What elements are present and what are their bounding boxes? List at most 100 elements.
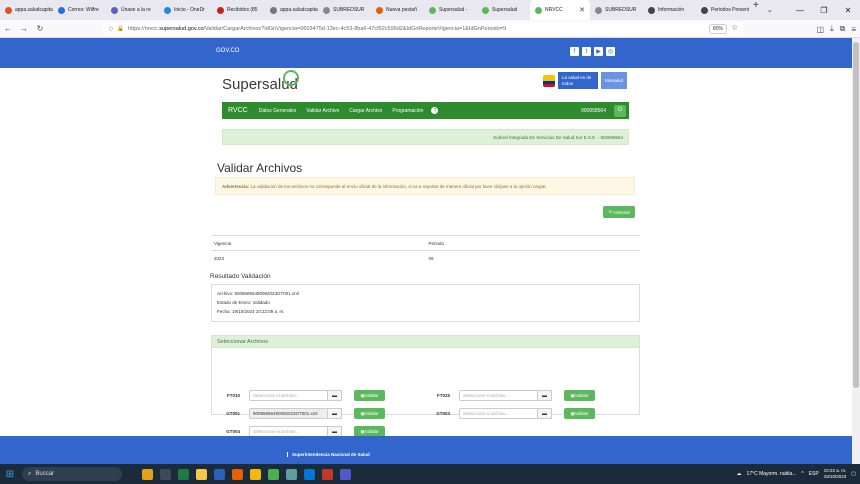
- taskbar: ⊞ ⌕ Buscar ☁ 17°C Mayorm. nubla... ^ ESP: [0, 464, 860, 484]
- file-input[interactable]: Seleccione el archivo...: [459, 408, 538, 419]
- info-header-row: Vigencia Periodo: [211, 236, 640, 250]
- new-tab-icon[interactable]: +: [749, 0, 763, 20]
- folder-browse-icon[interactable]: ▬: [328, 408, 342, 419]
- browser-tab[interactable]: appa.saludcapital: [265, 0, 318, 20]
- maximize-icon[interactable]: ❐: [812, 0, 836, 20]
- nav-home[interactable]: RVCC: [222, 107, 254, 114]
- zoom-badge[interactable]: 80%: [709, 24, 728, 34]
- file-code-label: FT025: [436, 393, 450, 398]
- url-host: supersalud.gov.co: [159, 26, 204, 32]
- page-title: Validar Archivos: [217, 161, 303, 175]
- file-row-gt003: GT003 Seleccione el archivo... ▬ ▣ Validar: [428, 408, 595, 419]
- pocket-icon[interactable]: ◫: [817, 25, 825, 34]
- logout-icon[interactable]: ⏻: [614, 104, 626, 117]
- twitter-icon[interactable]: t: [582, 47, 591, 56]
- browser-tab[interactable]: SUBREDSUR: [318, 0, 371, 20]
- facebook-icon[interactable]: f: [570, 47, 579, 56]
- browser-tab[interactable]: Únase a la re: [106, 0, 159, 20]
- header-vigencia: Vigencia: [214, 240, 232, 246]
- close-window-icon[interactable]: ✕: [836, 0, 860, 20]
- folder-browse-icon[interactable]: ▬: [538, 408, 552, 419]
- url-bar[interactable]: ◇ 🔒 https://nrvcc.supersalud.gov.co/Vali…: [103, 22, 743, 36]
- browser-tab[interactable]: Información: [643, 0, 696, 20]
- tab-label: Periodos Present: [711, 7, 749, 13]
- tab-label: Inicio - OneDr: [174, 7, 205, 13]
- folder-browse-icon[interactable]: ▬: [538, 390, 552, 401]
- extensions-icon[interactable]: ⧉: [840, 24, 846, 34]
- entity-name: Subred Integrada De Servicios De Salud S…: [493, 134, 623, 140]
- validar-button[interactable]: ▣ Validar: [564, 408, 595, 419]
- tab-label: Correo: Wilfre: [68, 7, 99, 13]
- tab-label: Supersalud -: [439, 7, 468, 13]
- folder-icon[interactable]: [250, 468, 261, 480]
- forward-icon[interactable]: →: [16, 24, 32, 33]
- scrollbar-thumb[interactable]: [853, 42, 859, 388]
- browser-tab[interactable]: NRVCC ✕: [530, 0, 590, 20]
- reload-icon[interactable]: ↻: [32, 24, 48, 33]
- file-explorer-icon[interactable]: [196, 468, 207, 480]
- weather-text[interactable]: 17°C Mayorm. nubla...: [747, 471, 797, 477]
- taskbar-search-label: Buscar: [35, 471, 55, 477]
- folder-browse-icon[interactable]: ▬: [328, 390, 342, 401]
- help-icon[interactable]: ?: [431, 107, 439, 114]
- file-input[interactable]: 90095856490092023GT001.xml: [249, 408, 328, 419]
- nav-datos-generales[interactable]: Datos Generales: [254, 108, 302, 114]
- windows-start-icon[interactable]: ⊞: [0, 469, 20, 480]
- resultado-box: Archivo: 90095856490092023GT001.xml Esta…: [211, 284, 640, 322]
- outlook-icon[interactable]: [304, 468, 315, 480]
- nav-validar-archivo[interactable]: Validar Archivo: [301, 108, 344, 114]
- notification-icon[interactable]: ▢: [851, 471, 856, 477]
- excel-icon[interactable]: [178, 468, 189, 480]
- browser-tab[interactable]: Recibidos (85: [212, 0, 265, 20]
- file-input[interactable]: Seleccione el archivo...: [459, 390, 538, 401]
- menu-icon[interactable]: ≡: [851, 25, 856, 34]
- youtube-icon[interactable]: ▶: [594, 47, 603, 56]
- browser-tab[interactable]: SUBREDSUR: [590, 0, 643, 20]
- minimize-icon[interactable]: —: [788, 0, 812, 20]
- lock-icon: 🔒: [117, 26, 125, 32]
- validar-button[interactable]: ▣ Validar: [564, 390, 595, 401]
- nav-programacion[interactable]: Programación: [387, 108, 428, 114]
- chrome-icon[interactable]: [268, 468, 279, 480]
- browser-tab[interactable]: Periodos Present: [696, 0, 749, 20]
- word-icon[interactable]: [214, 468, 225, 480]
- task-view-icon[interactable]: [160, 468, 171, 480]
- acrobat-icon[interactable]: [322, 468, 333, 480]
- tray-chevron-icon[interactable]: ^: [801, 471, 803, 477]
- browser-tab[interactable]: Supersalud: [477, 0, 530, 20]
- tab-label: Nueva pestañ: [386, 7, 417, 13]
- lang-indicator[interactable]: ESP: [809, 471, 819, 477]
- bookmark-star-icon[interactable]: ☆: [731, 23, 738, 32]
- taskbar-search[interactable]: ⌕ Buscar: [22, 467, 122, 481]
- close-tab-icon[interactable]: ✕: [579, 6, 585, 14]
- browser-tab[interactable]: appa.saludcapital: [0, 0, 53, 20]
- instagram-icon[interactable]: ◎: [606, 47, 615, 56]
- browser-tab[interactable]: Nueva pestañ: [371, 0, 424, 20]
- back-icon[interactable]: ←: [0, 24, 16, 33]
- browser-tab[interactable]: Inicio - OneDr: [159, 0, 212, 20]
- briefcase-app-icon[interactable]: [142, 468, 153, 480]
- teams-icon[interactable]: [340, 468, 351, 480]
- app-icon[interactable]: [286, 468, 297, 480]
- page-scrollbar[interactable]: [852, 38, 860, 464]
- historial-label: Historial: [613, 209, 630, 215]
- tab-label: NRVCC: [545, 7, 563, 13]
- tab-label: Únase a la re: [121, 7, 151, 13]
- browser-tab[interactable]: Supersalud -: [424, 0, 477, 20]
- resultado-title: Resultado Validación: [210, 273, 271, 280]
- file-input[interactable]: Seleccione el archivo...: [249, 390, 328, 401]
- download-icon[interactable]: ⤓: [830, 24, 834, 34]
- tab-label: Información: [658, 7, 685, 13]
- clock-date: 19/10/2023: [823, 474, 847, 479]
- historial-button[interactable]: ⊙ Historial: [603, 206, 635, 218]
- browser-tab[interactable]: Correo: Wilfre: [53, 0, 106, 20]
- nav-cargar-archivo[interactable]: Cargar Archivo: [344, 108, 387, 114]
- tab-label: SUBREDSUR: [605, 7, 637, 13]
- tab-list-chevron-icon[interactable]: ⌄: [763, 6, 777, 14]
- tab-favicon-icon: [270, 6, 277, 14]
- firefox-icon[interactable]: [232, 468, 243, 480]
- clock[interactable]: 10:22 a. m. 19/10/2023: [824, 468, 847, 480]
- gov-logo[interactable]: GOV.CO: [216, 48, 239, 54]
- validar-button[interactable]: ▣ Validar: [354, 408, 385, 419]
- validar-button[interactable]: ▣ Validar: [354, 390, 385, 401]
